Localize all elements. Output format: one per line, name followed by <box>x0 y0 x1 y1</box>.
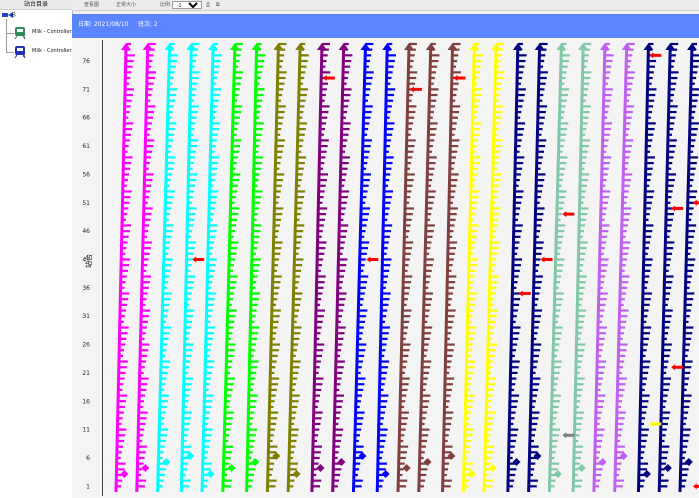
train-line <box>678 42 699 493</box>
train-line <box>592 42 614 493</box>
train-diamond-marker <box>120 470 129 478</box>
highlight-arrow <box>562 432 567 439</box>
train-line <box>286 42 309 493</box>
train-line <box>114 42 135 493</box>
y-tick-label: 51 <box>82 200 90 207</box>
train-line <box>375 42 396 493</box>
y-tick-label: 56 <box>82 171 90 178</box>
train-line <box>331 42 353 493</box>
y-tick-label: 21 <box>82 370 90 377</box>
train-diamond-marker <box>292 470 301 478</box>
y-tick-label: 61 <box>82 143 90 150</box>
train-diagram-chart: 161116212631364146515661667176 <box>82 42 699 493</box>
train-diamond-marker <box>141 464 150 472</box>
train-diamond-marker <box>162 458 171 466</box>
train-diamond-marker <box>316 464 325 472</box>
train-diamond-marker <box>512 458 521 466</box>
train-diamond-marker <box>251 458 260 466</box>
train-line <box>482 42 505 493</box>
train-diamond-marker <box>598 458 607 466</box>
y-tick-label: 31 <box>82 313 90 320</box>
train-line <box>135 42 157 493</box>
train-line <box>547 42 571 493</box>
train-line <box>396 42 418 493</box>
highlight-arrow <box>562 211 567 218</box>
y-tick-label: 26 <box>82 342 90 349</box>
highlight-arrow <box>649 420 654 427</box>
y-tick-label: 16 <box>82 398 90 405</box>
highlight-arrow <box>671 364 676 371</box>
y-tick-label: 71 <box>82 86 90 93</box>
highlight-arrow <box>671 205 676 212</box>
train-line <box>441 42 461 493</box>
train-diamond-marker <box>684 458 693 466</box>
train-line <box>200 42 222 493</box>
highlight-arrow <box>540 256 545 263</box>
y-tick-label: 1 <box>86 483 90 490</box>
highlight-arrow <box>518 290 523 297</box>
train-line <box>657 42 679 493</box>
train-diamond-marker <box>402 464 411 472</box>
train-diamond-marker <box>642 470 651 478</box>
train-line <box>527 42 548 493</box>
train-line <box>417 42 440 493</box>
highlight-arrow <box>453 75 458 82</box>
train-diamond-marker <box>553 470 562 478</box>
train-line <box>613 42 635 493</box>
train-diamond-marker <box>423 458 432 466</box>
train-diamond-marker <box>337 458 346 466</box>
y-tick-label: 66 <box>82 115 90 122</box>
train-diamond-marker <box>488 464 497 472</box>
train-diamond-marker <box>577 464 586 472</box>
train-line <box>571 42 592 493</box>
highlight-arrow <box>366 256 371 263</box>
train-diamond-marker <box>227 464 236 472</box>
train-diamond-marker <box>381 470 390 478</box>
highlight-arrow <box>692 483 697 490</box>
train-diamond-marker <box>663 464 672 472</box>
y-tick-label: 6 <box>86 455 90 462</box>
train-line <box>506 42 527 493</box>
train-line <box>245 42 266 493</box>
y-tick-label: 46 <box>82 228 90 235</box>
train-line <box>156 42 179 493</box>
train-line <box>179 42 200 493</box>
y-tick-label: 11 <box>82 427 90 434</box>
train-line <box>461 42 484 493</box>
train-line <box>351 42 374 493</box>
y-tick-label: 41 <box>82 256 90 263</box>
train-line <box>310 42 331 493</box>
train-diamond-marker <box>467 470 476 478</box>
train-line <box>221 42 244 493</box>
y-tick-label: 76 <box>82 58 90 65</box>
highlight-arrow <box>409 86 414 93</box>
highlight-arrow <box>322 75 327 82</box>
highlight-arrow <box>692 199 697 206</box>
y-tick-label: 36 <box>82 285 90 292</box>
train-line <box>265 42 287 493</box>
highlight-arrow <box>192 256 197 263</box>
train-diamond-marker <box>206 470 215 478</box>
highlight-arrow <box>649 52 654 59</box>
